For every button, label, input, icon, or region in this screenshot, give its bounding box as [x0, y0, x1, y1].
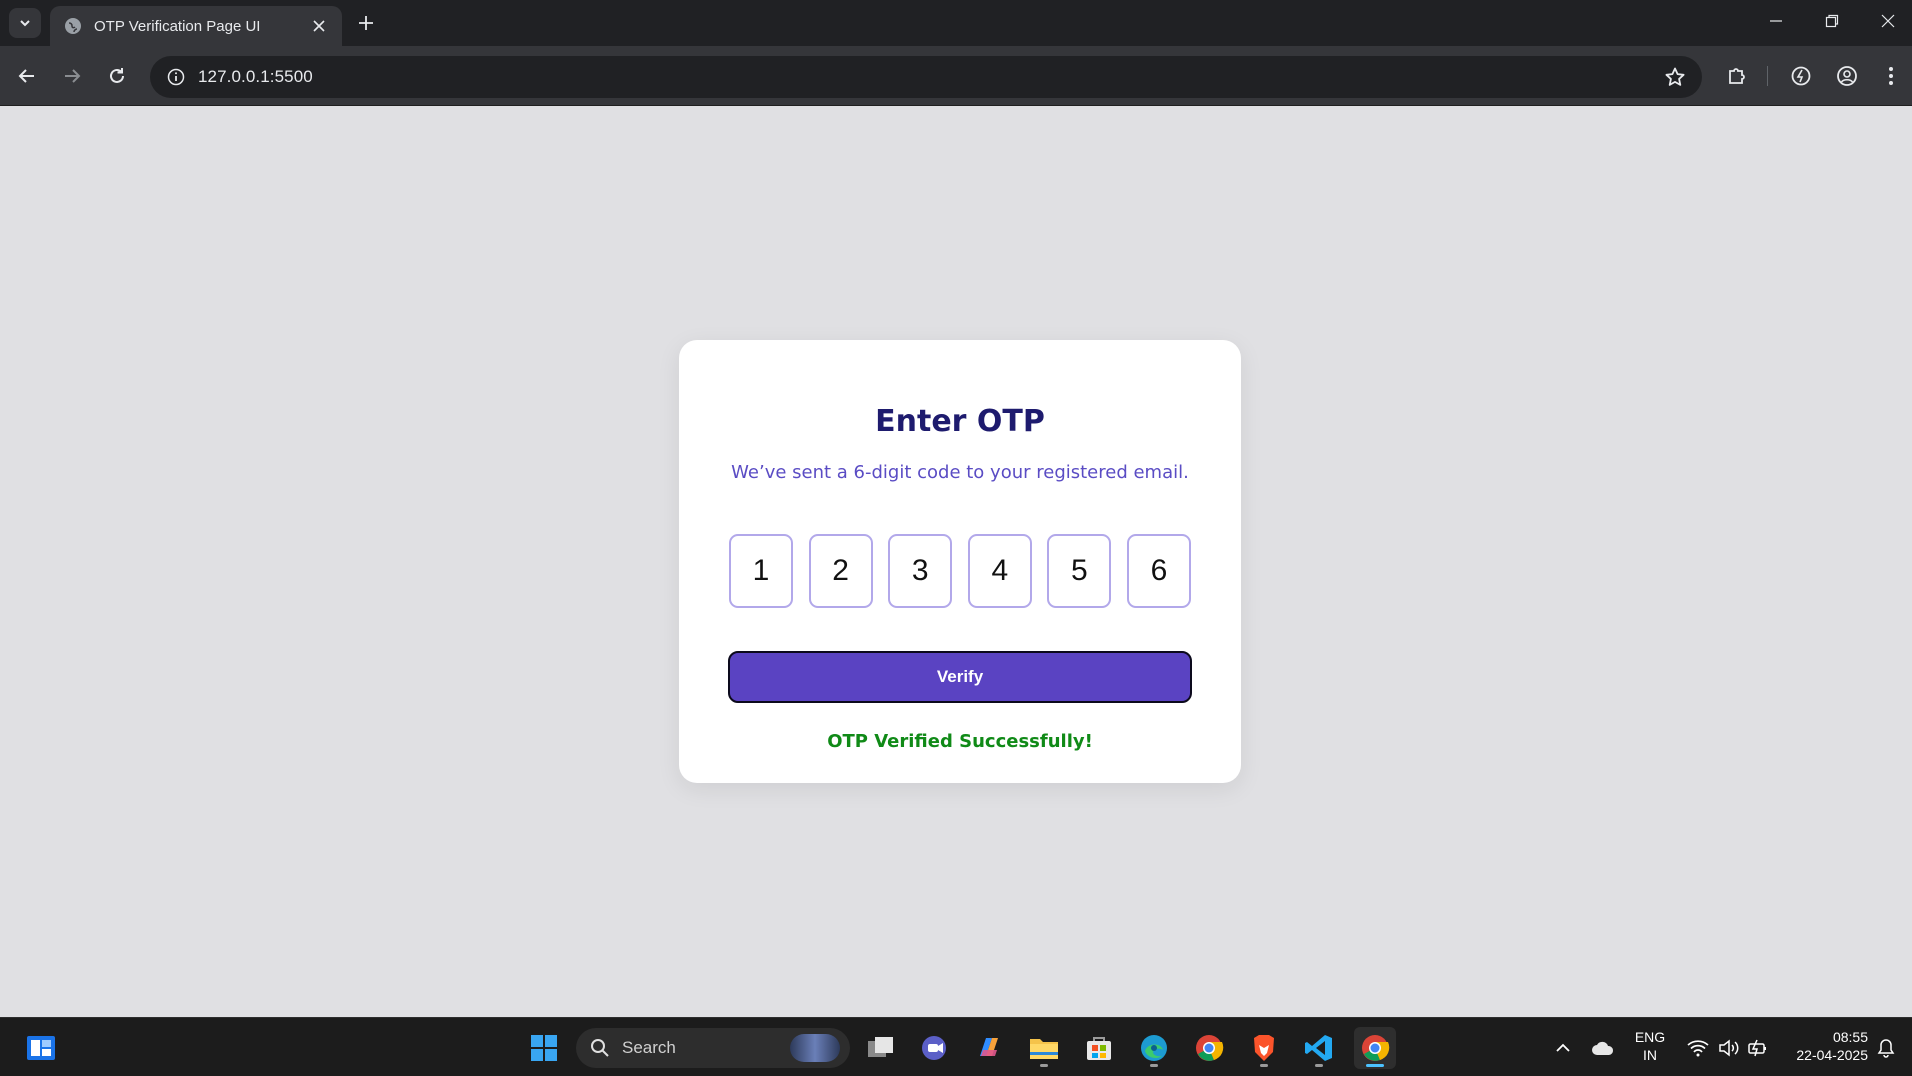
reload-button[interactable] — [101, 60, 133, 92]
toolbar-divider — [1767, 66, 1768, 86]
vscode-app[interactable] — [1298, 1027, 1340, 1069]
site-info-icon[interactable] — [154, 56, 198, 98]
otp-digit-input[interactable]: 2 — [808, 534, 873, 608]
active-indicator — [1366, 1064, 1384, 1067]
otp-digit-input[interactable]: 6 — [1126, 534, 1191, 608]
minimize-button[interactable] — [1748, 0, 1804, 42]
teams-app[interactable] — [914, 1027, 956, 1069]
reload-icon — [110, 68, 124, 83]
browser-tab[interactable]: OTP Verification Page UI — [50, 6, 342, 46]
widgets-button[interactable] — [20, 1027, 62, 1069]
close-icon — [1881, 14, 1895, 28]
running-indicator — [1260, 1064, 1268, 1067]
account-icon — [1837, 66, 1857, 86]
more-vert-icon — [1889, 67, 1893, 85]
verify-button[interactable]: Verify — [728, 651, 1192, 703]
success-message: OTP Verified Successfully! — [827, 731, 1093, 752]
bookmark-star-icon[interactable] — [1664, 66, 1686, 88]
running-indicator — [1040, 1064, 1048, 1067]
address-bar[interactable]: 127.0.0.1:5500 — [150, 56, 1702, 98]
close-tab-icon[interactable] — [308, 15, 330, 37]
tab-search-button[interactable] — [9, 8, 41, 38]
brave-app[interactable] — [1243, 1027, 1285, 1069]
start-button[interactable] — [523, 1027, 565, 1069]
widgets-icon — [27, 1036, 55, 1060]
otp-card: Enter OTP We’ve sent a 6-digit code to y… — [679, 340, 1241, 783]
arrow-right-icon — [65, 69, 81, 83]
copilot-app[interactable] — [968, 1027, 1010, 1069]
page-title: Enter OTP — [875, 404, 1045, 439]
copilot-icon — [980, 1038, 998, 1056]
chevron-down-icon — [20, 20, 30, 27]
video-chat-icon — [922, 1036, 946, 1060]
bell-icon — [1877, 1039, 1895, 1058]
show-hidden-icons-button[interactable] — [1542, 1027, 1584, 1069]
forward-button[interactable] — [56, 60, 88, 92]
search-highlight-image — [790, 1034, 840, 1062]
otp-digit-input[interactable]: 3 — [888, 534, 953, 608]
arrow-left-icon — [18, 69, 34, 83]
brave-lion-icon — [1254, 1035, 1274, 1061]
speedometer-icon — [1791, 66, 1811, 86]
taskbar-search[interactable]: Search — [576, 1028, 850, 1068]
otp-subtitle: We’ve sent a 6-digit code to your regist… — [731, 462, 1189, 483]
search-label: Search — [622, 1038, 676, 1057]
taskbar: Search ENG IN 08:55 22-04-2025 — [0, 1017, 1912, 1076]
otp-digit-input[interactable]: 5 — [1047, 534, 1112, 608]
onedrive-button[interactable] — [1584, 1027, 1622, 1069]
browser-tabstrip: OTP Verification Page UI — [0, 0, 1912, 46]
page-viewport: Enter OTP We’ve sent a 6-digit code to y… — [0, 106, 1912, 1017]
profile-button[interactable] — [1832, 61, 1862, 91]
tab-title: OTP Verification Page UI — [94, 17, 261, 35]
otp-digit-input[interactable]: 1 — [729, 534, 793, 608]
speaker-icon — [1719, 1039, 1739, 1057]
cloud-icon — [1592, 1041, 1614, 1055]
task-view-button[interactable] — [860, 1027, 902, 1069]
back-button[interactable] — [11, 60, 43, 92]
chrome-icon — [1362, 1035, 1390, 1061]
restore-icon — [1825, 14, 1839, 28]
browser-toolbar: 127.0.0.1:5500 — [0, 46, 1912, 106]
chrome-app[interactable] — [1188, 1027, 1230, 1069]
restore-button[interactable] — [1804, 0, 1860, 42]
running-indicator — [1315, 1064, 1323, 1067]
puzzle-icon — [1729, 68, 1745, 84]
close-window-button[interactable] — [1860, 0, 1912, 42]
chevron-up-icon — [1556, 1043, 1570, 1052]
store-icon — [1087, 1037, 1111, 1060]
notifications-button[interactable] — [1870, 1027, 1902, 1069]
clock-time: 08:55 — [1832, 1029, 1868, 1045]
task-view-icon — [868, 1037, 893, 1057]
windows-logo-icon — [531, 1035, 557, 1061]
edge-app[interactable] — [1133, 1027, 1175, 1069]
plus-icon — [359, 16, 373, 30]
extensions-button[interactable] — [1722, 61, 1752, 91]
performance-button[interactable] — [1786, 61, 1816, 91]
otp-digit-input[interactable]: 4 — [967, 534, 1032, 608]
clock[interactable]: 08:55 22-04-2025 — [1784, 1028, 1868, 1064]
vscode-icon — [1305, 1035, 1332, 1061]
minimize-icon — [1770, 20, 1782, 22]
language-code: ENG — [1634, 1029, 1666, 1045]
wifi-icon — [1687, 1040, 1709, 1057]
running-indicator — [1150, 1064, 1158, 1067]
url-text: 127.0.0.1:5500 — [198, 67, 313, 86]
language-indicator[interactable]: ENG IN — [1626, 1028, 1674, 1064]
chrome-app-active[interactable] — [1354, 1027, 1396, 1069]
new-tab-button[interactable] — [351, 8, 381, 38]
menu-button[interactable] — [1876, 61, 1906, 91]
battery-charging-icon — [1748, 1039, 1766, 1057]
edge-browser-icon — [1141, 1035, 1167, 1061]
chrome-icon — [1196, 1035, 1224, 1061]
globe-icon — [64, 17, 82, 35]
search-icon — [591, 1039, 609, 1057]
region-code: IN — [1643, 1047, 1657, 1063]
folder-icon — [1030, 1039, 1058, 1059]
battery-button[interactable] — [1740, 1027, 1776, 1069]
clock-date: 22-04-2025 — [1796, 1047, 1868, 1063]
store-app[interactable] — [1078, 1027, 1120, 1069]
otp-input-group: 1 2 3 4 5 6 — [729, 534, 1191, 608]
file-explorer-app[interactable] — [1023, 1027, 1065, 1069]
